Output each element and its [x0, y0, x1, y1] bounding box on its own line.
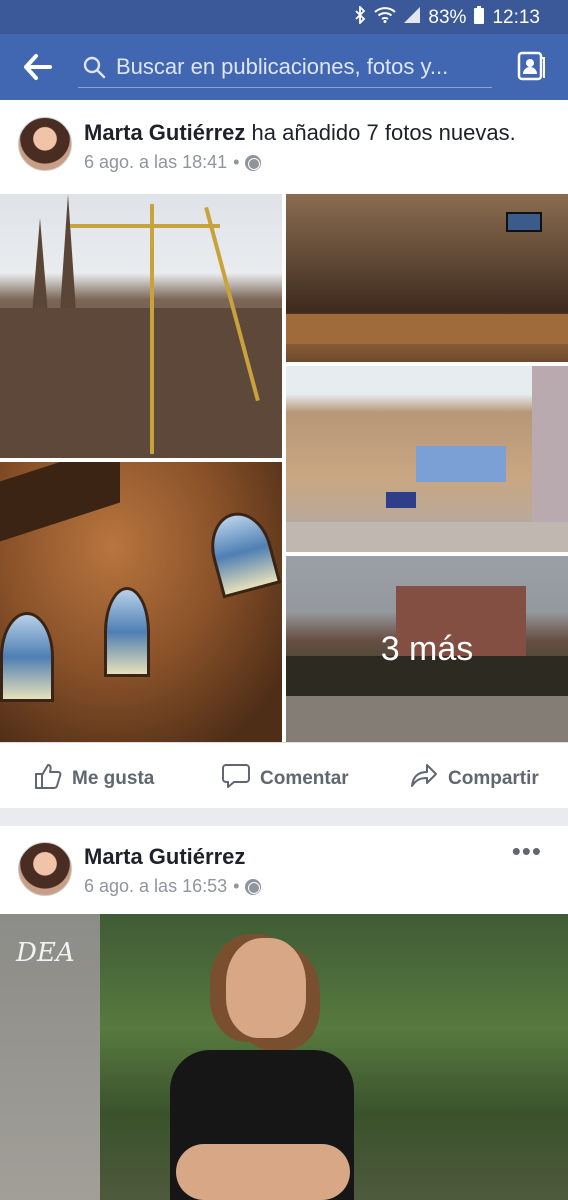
- battery-icon: [474, 6, 485, 30]
- back-arrow-icon[interactable]: [22, 52, 54, 82]
- comment-label: Comentar: [260, 768, 349, 789]
- battery-level: 83%: [428, 7, 467, 28]
- like-button[interactable]: Me gusta: [34, 763, 154, 795]
- photo-sagrada-familia[interactable]: [0, 194, 282, 458]
- photo-buildings[interactable]: [286, 366, 568, 552]
- photo-rooftop-more[interactable]: 3 más: [286, 556, 568, 742]
- post-header-text: Marta Gutiérrez ha añadido 7 fotos nueva…: [84, 120, 516, 146]
- app-bar: Buscar en publicaciones, fotos y...: [0, 34, 568, 100]
- post-action-text: ha añadido 7 fotos nuevas.: [251, 120, 516, 145]
- share-icon: [410, 763, 438, 795]
- author-name[interactable]: Marta Gutiérrez: [84, 120, 245, 145]
- comment-icon: [222, 763, 250, 795]
- photo-portrait[interactable]: DEA: [0, 914, 568, 1200]
- post-timestamp[interactable]: 6 ago. a las 16:53 •: [84, 876, 262, 897]
- globe-icon: [245, 878, 262, 895]
- more-options-icon[interactable]: •••: [512, 836, 542, 867]
- wifi-icon: [374, 7, 397, 29]
- search-placeholder: Buscar en publicaciones, fotos y...: [116, 54, 449, 79]
- author-name[interactable]: Marta Gutiérrez: [84, 844, 245, 869]
- search-icon: [82, 55, 106, 84]
- status-bar: 83% 12:13: [0, 0, 568, 34]
- photo-gothic-interior[interactable]: [0, 462, 282, 742]
- like-icon: [34, 763, 62, 795]
- share-label: Compartir: [448, 768, 539, 789]
- timestamp-text: 6 ago. a las 18:41: [84, 152, 228, 172]
- share-button[interactable]: Compartir: [410, 763, 539, 795]
- more-photos-label: 3 más: [380, 629, 474, 668]
- avatar[interactable]: [18, 842, 72, 896]
- post-header-text: Marta Gutiérrez: [84, 844, 245, 870]
- like-label: Me gusta: [72, 768, 155, 789]
- graffiti-text: DEA: [16, 938, 75, 968]
- bluetooth-icon: [354, 4, 366, 30]
- photo-church-interior[interactable]: [286, 194, 568, 362]
- globe-icon: [245, 154, 262, 171]
- post-timestamp[interactable]: 6 ago. a las 18:41 •: [84, 152, 262, 173]
- timestamp-text: 6 ago. a las 16:53: [84, 876, 228, 896]
- profile-icon[interactable]: [516, 50, 546, 82]
- search-input[interactable]: Buscar en publicaciones, fotos y...: [78, 46, 492, 88]
- clock: 12:13: [492, 7, 540, 28]
- avatar[interactable]: [18, 117, 72, 171]
- more-photos-overlay[interactable]: 3 más: [286, 556, 568, 742]
- signal-icon: [404, 7, 421, 29]
- post-actions-bar: Me gusta Comentar Compartir: [0, 742, 568, 808]
- comment-button[interactable]: Comentar: [222, 763, 349, 795]
